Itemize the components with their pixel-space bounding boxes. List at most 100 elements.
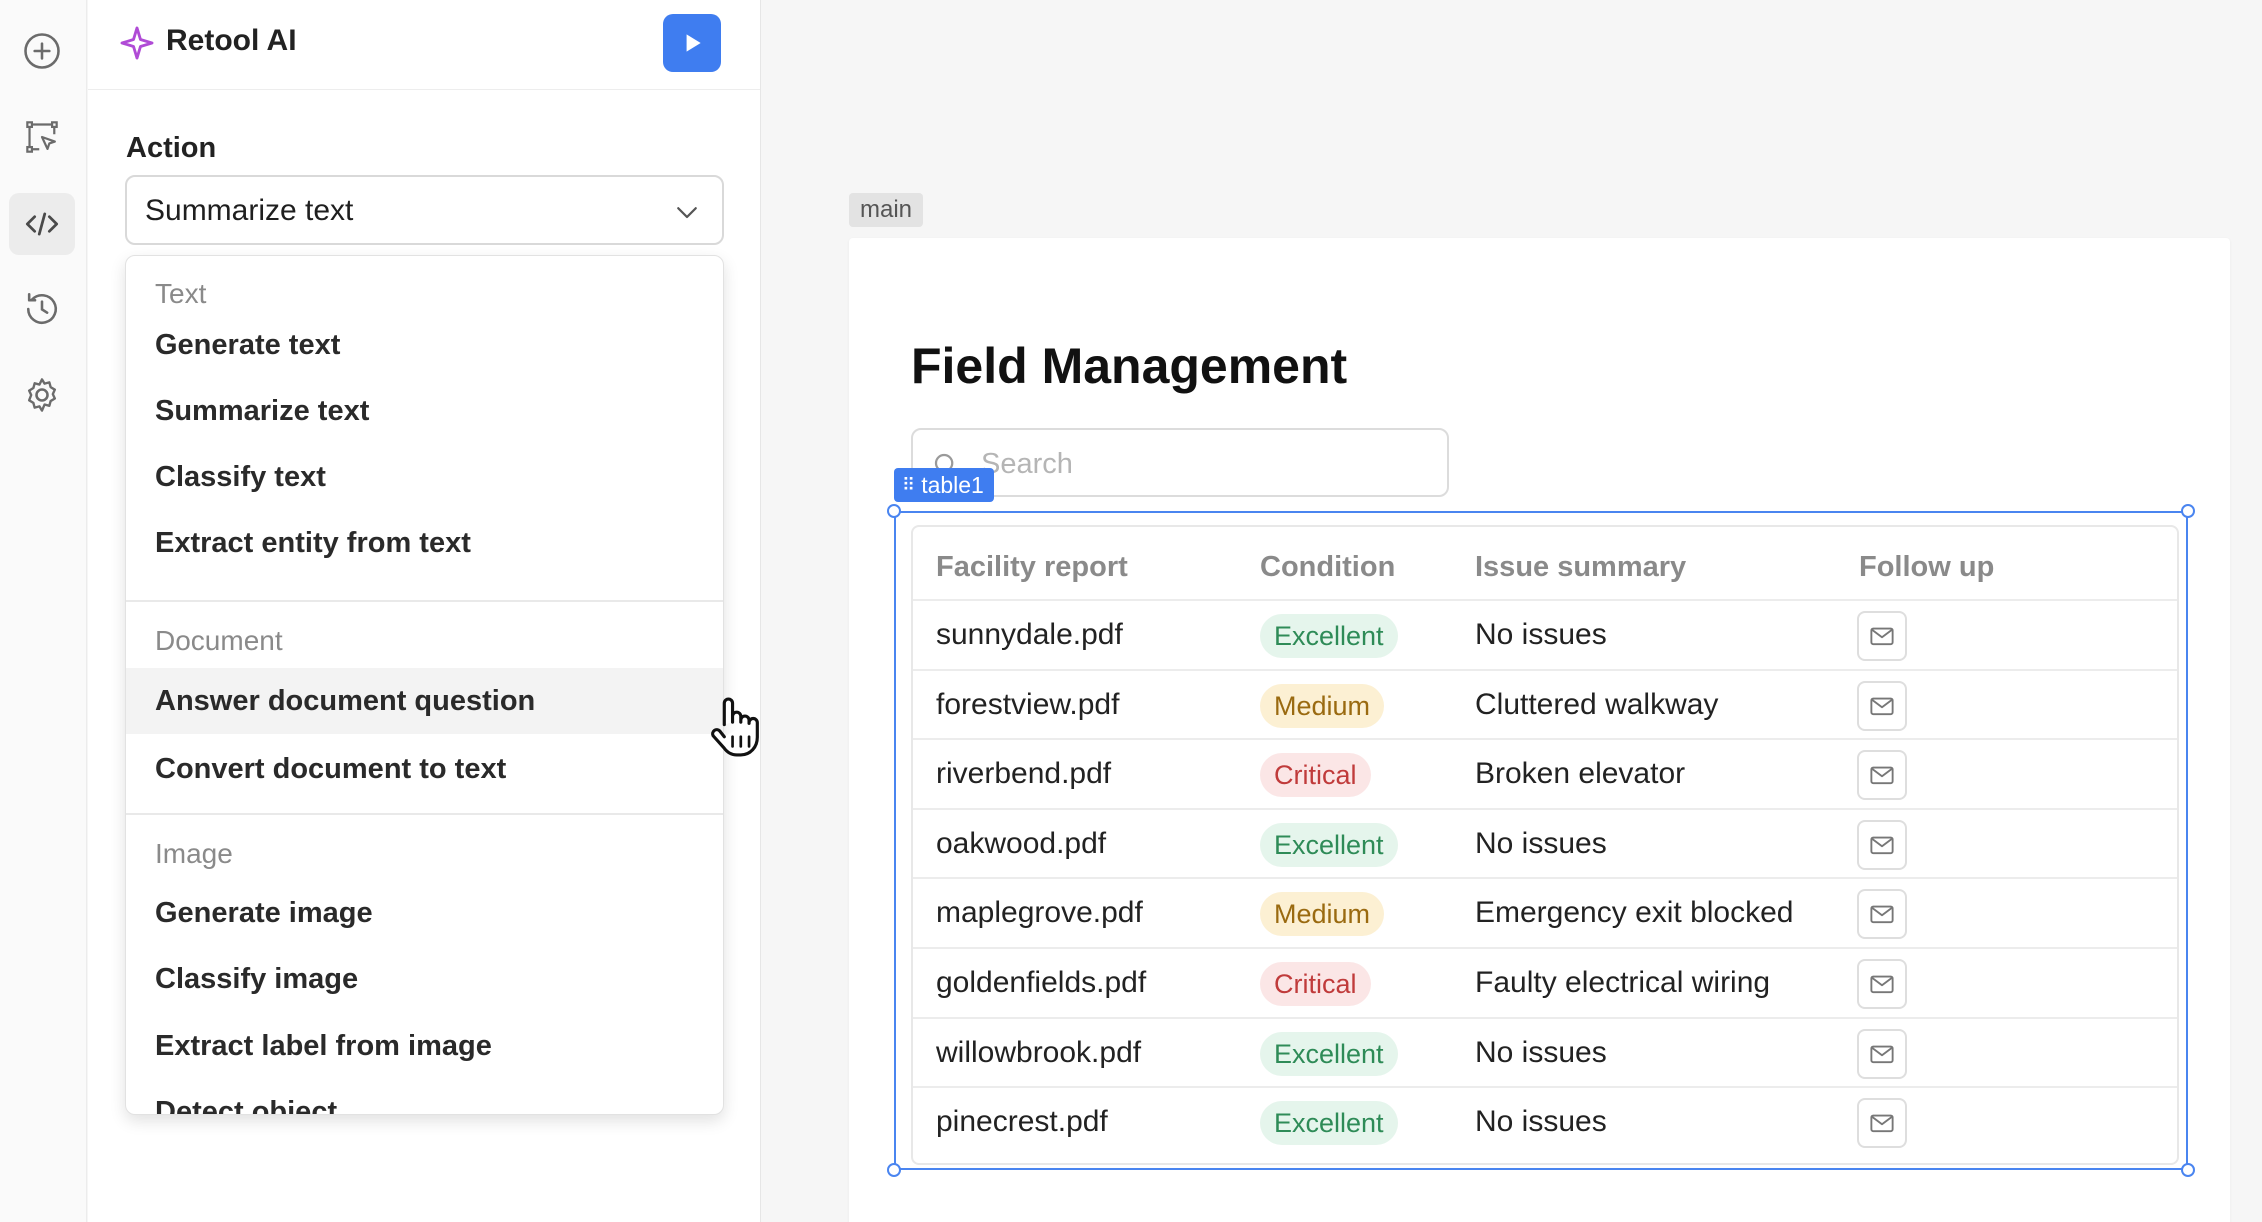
condition-badge: Medium: [1260, 683, 1385, 728]
issue-summary-cell: Cluttered walkway: [1475, 687, 1719, 721]
follow-up-email-button[interactable]: [1857, 611, 1907, 661]
column-header-condition[interactable]: Condition: [1260, 551, 1395, 584]
retool-ai-panel: Retool AI Action Summarize text Text Gen…: [88, 0, 761, 1222]
action-dropdown-menu: Text Generate text Summarize text Classi…: [125, 255, 724, 1115]
issue-summary-cell: No issues: [1475, 1035, 1607, 1069]
dropdown-item[interactable]: Classify text: [126, 444, 723, 510]
mail-icon: [1870, 627, 1894, 646]
history-button[interactable]: [9, 278, 75, 340]
icon-rail: [0, 0, 87, 1222]
follow-up-email-button[interactable]: [1857, 819, 1907, 870]
dropdown-item[interactable]: Extract entity from text: [126, 510, 723, 576]
dropdown-item[interactable]: Generate text: [126, 312, 723, 378]
issue-summary-cell: Faulty electrical wiring: [1475, 966, 1771, 999]
condition-badge: Medium: [1260, 892, 1385, 937]
panel-title: Retool AI: [166, 24, 297, 57]
facility-report-cell: oakwood.pdf: [936, 826, 1107, 860]
issue-summary-cell: No issues: [1475, 618, 1607, 651]
facility-report-cell: willowbrook.pdf: [936, 1035, 1142, 1069]
follow-up-email-button[interactable]: [1857, 889, 1907, 940]
mail-icon: [1870, 836, 1894, 854]
dropdown-group-label: Text: [155, 278, 207, 309]
dropdown-divider: [126, 813, 723, 815]
drag-handle-icon[interactable]: ⠿: [902, 475, 915, 496]
add-component-button[interactable]: [9, 20, 75, 82]
mail-icon: [1870, 1114, 1894, 1133]
issue-summary-cell: No issues: [1475, 1105, 1607, 1139]
component-name: table1: [921, 471, 984, 498]
dropdown-item[interactable]: Summarize text: [126, 378, 723, 444]
issue-summary-cell: Emergency exit blocked: [1475, 896, 1794, 930]
facility-report-cell: riverbend.pdf: [936, 757, 1112, 791]
settings-button[interactable]: [9, 364, 75, 426]
table-row[interactable]: riverbend.pdf Critical Broken elevator: [913, 738, 2177, 807]
condition-badge: Excellent: [1260, 822, 1398, 867]
action-label: Action: [126, 132, 217, 164]
select-components-button[interactable]: [9, 106, 75, 168]
follow-up-email-button[interactable]: [1857, 680, 1907, 731]
table-row[interactable]: pinecrest.pdf Excellent No issues: [913, 1086, 2177, 1155]
mail-icon: [1870, 905, 1894, 924]
follow-up-email-button[interactable]: [1857, 959, 1907, 1009]
facility-report-cell: maplegrove.pdf: [936, 896, 1143, 930]
issue-summary-cell: No issues: [1475, 826, 1607, 860]
follow-up-email-button[interactable]: [1857, 750, 1907, 801]
table-row[interactable]: maplegrove.pdf Medium Emergency exit block…: [913, 877, 2177, 946]
table-row[interactable]: willowbrook.pdf Excellent No issues: [913, 1016, 2177, 1086]
table-row[interactable]: forestview.pdf Medium Cluttered walkway: [913, 668, 2177, 738]
code-icon: [25, 212, 59, 236]
history-icon: [26, 293, 58, 325]
facility-report-cell: goldenfields.pdf: [936, 966, 1147, 999]
sparkle-icon: [120, 26, 154, 60]
table-row[interactable]: sunnydale.pdf Excellent No issues: [913, 599, 2177, 668]
dropdown-group-label: Image: [155, 838, 233, 869]
mail-icon: [1870, 697, 1894, 715]
dropdown-item[interactable]: Convert document to text: [126, 736, 723, 802]
column-header-follow-up[interactable]: Follow up: [1859, 551, 1994, 584]
condition-badge: Critical: [1260, 962, 1371, 1006]
facility-report-cell: sunnydale.pdf: [936, 618, 1123, 651]
play-icon: [686, 34, 701, 52]
facility-report-cell: pinecrest.pdf: [936, 1105, 1108, 1139]
dropdown-item[interactable]: Extract label from image: [126, 1013, 723, 1079]
condition-badge: Excellent: [1260, 1101, 1398, 1146]
column-header-issue-summary[interactable]: Issue summary: [1475, 551, 1686, 584]
column-header-facility-report[interactable]: Facility report: [936, 551, 1128, 584]
follow-up-email-button[interactable]: [1857, 1098, 1907, 1149]
dropdown-group-label: Document: [155, 625, 283, 656]
container-tag: main: [849, 193, 923, 227]
condition-badge: Excellent: [1260, 1031, 1398, 1076]
dropdown-item[interactable]: Generate image: [126, 880, 723, 946]
table-row[interactable]: goldenfields.pdf Critical Faulty electrica…: [913, 947, 2177, 1016]
resize-handle-top-right[interactable]: [2181, 504, 2195, 518]
action-select-value: Summarize text: [145, 194, 354, 227]
mail-icon: [1870, 1045, 1894, 1063]
table-row[interactable]: oakwood.pdf Excellent No issues: [913, 807, 2177, 877]
gear-icon: [27, 378, 57, 412]
facility-report-cell: forestview.pdf: [936, 687, 1120, 721]
dropdown-item[interactable]: Detect object: [126, 1079, 723, 1115]
hand-pointer-cursor-icon: [711, 697, 759, 757]
component-selection-label[interactable]: ⠿ table1: [894, 468, 994, 502]
data-table: Facility report Condition Issue summary …: [911, 525, 2179, 1165]
run-button[interactable]: [663, 14, 721, 72]
mail-icon: [1870, 766, 1894, 785]
resize-handle-bottom-left[interactable]: [887, 1163, 901, 1177]
resize-handle-bottom-right[interactable]: [2181, 1163, 2195, 1177]
chevron-down-icon: [677, 207, 697, 219]
dropdown-item[interactable]: Classify image: [126, 946, 723, 1012]
resize-handle-top-left[interactable]: [887, 504, 901, 518]
plus-circle-icon: [24, 33, 60, 69]
dropdown-item-hovered[interactable]: Answer document question: [126, 668, 723, 734]
mail-icon: [1870, 975, 1894, 994]
action-select[interactable]: Summarize text: [125, 175, 724, 245]
page-title: Field Management: [911, 338, 1348, 394]
panel-header: Retool AI: [88, 0, 760, 90]
condition-badge: Excellent: [1260, 614, 1398, 658]
issue-summary-cell: Broken elevator: [1475, 757, 1686, 791]
code-button[interactable]: [9, 193, 75, 255]
follow-up-email-button[interactable]: [1857, 1028, 1907, 1079]
condition-badge: Critical: [1260, 753, 1371, 798]
dropdown-divider: [126, 600, 723, 602]
search-input[interactable]: [981, 444, 1421, 484]
